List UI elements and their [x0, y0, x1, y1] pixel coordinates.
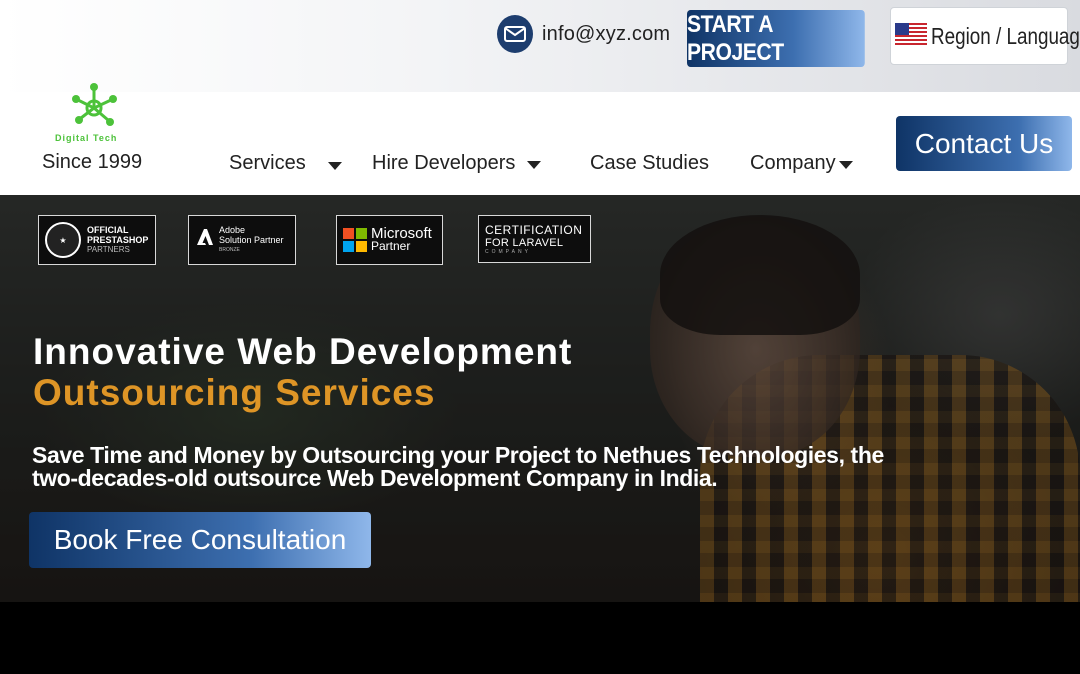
email-text: info@xyz.com	[542, 22, 671, 45]
nav-hire-developers[interactable]: Hire Developers	[372, 152, 542, 175]
chevron-down-icon	[527, 160, 542, 169]
hero-subtitle: Save Time and Money by Outsourcing your …	[32, 442, 884, 491]
nav-hire-developers-label: Hire Developers	[372, 152, 516, 174]
region-language-label: Region / Language	[931, 22, 1080, 49]
email-link[interactable]: info@xyz.com	[497, 15, 670, 53]
adobe-line3: BRONZE	[219, 247, 240, 253]
logo-text: Digital Tech	[55, 133, 118, 143]
prestashop-line3: PARTNERS	[87, 245, 130, 254]
adobe-line1: Adobe	[219, 225, 246, 235]
us-flag-icon	[895, 22, 927, 50]
nav-services-label: Services	[229, 152, 306, 174]
hero-title-line1: Innovative Web Development	[33, 331, 573, 372]
chevron-down-icon	[838, 160, 853, 169]
prestashop-seal-icon: ★	[45, 222, 81, 258]
prestashop-line2: PRESTASHOP	[87, 235, 149, 245]
nav-company-label: Company	[750, 152, 836, 174]
mail-icon	[497, 15, 533, 53]
chevron-down-icon	[327, 161, 342, 170]
nav-case-studies[interactable]: Case Studies	[590, 152, 709, 175]
prestashop-badge: ★ OFFICIAL PRESTASHOP PARTNERS	[38, 215, 156, 265]
hero-section: ★ OFFICIAL PRESTASHOP PARTNERS Adobe Sol…	[0, 195, 1080, 602]
contact-us-button[interactable]: Contact Us	[896, 116, 1072, 171]
laravel-line2: FOR LARAVEL	[485, 237, 564, 249]
prestashop-badge-text: OFFICIAL PRESTASHOP PARTNERS	[87, 225, 148, 255]
adobe-badge-text: Adobe Solution Partner BRONZE	[219, 225, 284, 255]
top-bar: info@xyz.com START A PROJECT Region / La…	[0, 0, 1080, 92]
book-consultation-button[interactable]: Book Free Consultation	[29, 512, 371, 568]
nav-case-studies-label: Case Studies	[590, 152, 709, 174]
adobe-line2: Solution Partner	[219, 235, 284, 245]
region-language-button[interactable]: Region / Language	[890, 7, 1080, 65]
microsoft-logo-icon	[343, 228, 367, 252]
prestashop-line1: OFFICIAL	[87, 225, 129, 235]
laravel-badge: CERTIFICATION FOR LARAVEL COMPANY	[478, 215, 591, 263]
microsoft-badge: Microsoft Partner	[336, 215, 443, 265]
adobe-badge: Adobe Solution Partner BRONZE	[188, 215, 296, 265]
since-label: Since 1999	[42, 151, 143, 173]
nav-company[interactable]: Company	[750, 152, 853, 175]
hero-title-line2: Outsourcing Services	[33, 372, 436, 413]
nav-services[interactable]: Services	[229, 152, 342, 175]
adobe-logo-icon	[195, 227, 215, 253]
main-nav: Digital Tech Since 1999 Services Hire De…	[0, 83, 1080, 195]
start-project-button[interactable]: START A PROJECT	[687, 10, 865, 67]
microsoft-badge-text: Microsoft Partner	[371, 226, 432, 253]
laravel-line1: CERTIFICATION	[485, 223, 583, 237]
laravel-line3: COMPANY	[485, 249, 531, 255]
